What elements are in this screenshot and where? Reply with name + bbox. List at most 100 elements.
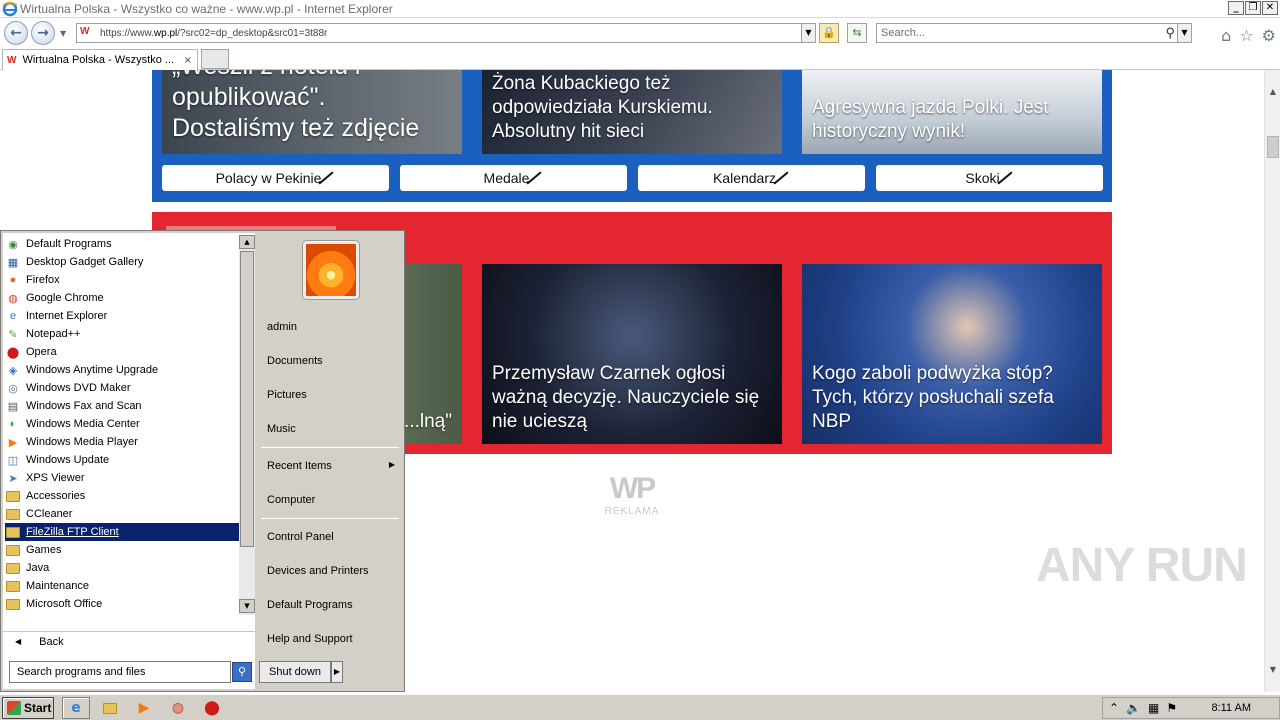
sport-card-2[interactable]: Żona Kubackiego też odpowiedziała Kurski… bbox=[482, 70, 782, 154]
programs-scrollbar[interactable]: ▲ ▼ bbox=[239, 235, 255, 615]
folder-icon bbox=[5, 542, 21, 558]
search-icon[interactable]: ⚲ bbox=[1165, 25, 1175, 41]
places-control-panel[interactable]: Control Panel bbox=[267, 531, 397, 543]
program-internet-explorer[interactable]: e Internet Explorer bbox=[5, 307, 239, 325]
search-box[interactable]: Search... ⚲ ▼ bbox=[876, 23, 1192, 43]
program-windows-media-center[interactable]: ◐ Windows Media Center bbox=[5, 415, 239, 433]
folder-games[interactable]: Games bbox=[5, 541, 239, 559]
places-recent-items[interactable]: Recent Items ▶ bbox=[267, 460, 397, 472]
places-devices-and-printers[interactable]: Devices and Printers bbox=[267, 565, 397, 577]
user-picture[interactable] bbox=[303, 241, 359, 299]
program-google-chrome[interactable]: ◍ Google Chrome bbox=[5, 289, 239, 307]
program-windows-media-player[interactable]: ▶ Windows Media Player bbox=[5, 433, 239, 451]
taskbar-explorer-icon[interactable] bbox=[96, 697, 124, 719]
folder-icon bbox=[5, 488, 21, 504]
folder-icon bbox=[5, 524, 21, 540]
favorites-star-icon[interactable]: ☆ bbox=[1239, 26, 1253, 45]
close-button[interactable]: ✕ bbox=[1262, 1, 1278, 15]
shut-down-options-icon[interactable]: ▶ bbox=[331, 661, 343, 683]
tab-wirtualna-polska[interactable]: W Wirtualna Polska - Wszystko ... × bbox=[2, 49, 198, 70]
start-menu: ◉ Default Programs ▦ Desktop Gadget Galler… bbox=[0, 230, 405, 692]
volume-icon[interactable]: 🔈 bbox=[1126, 701, 1141, 715]
address-bar[interactable]: W https://www.wp.pl/?src02=dp_desktop&sr… bbox=[76, 23, 816, 43]
tray-expand-icon[interactable]: ⌃ bbox=[1109, 701, 1119, 715]
program-windows-update[interactable]: ◫ Windows Update bbox=[5, 451, 239, 469]
places-separator bbox=[261, 447, 399, 448]
pill-kalendarz[interactable]: Kalendarz bbox=[638, 165, 865, 191]
search-dropdown-icon[interactable]: ▼ bbox=[1177, 24, 1191, 42]
folder-ccleaner[interactable]: CCleaner bbox=[5, 505, 239, 523]
pill-polacy-w-pekinie[interactable]: Polacy w Pekinie bbox=[162, 165, 389, 191]
places-computer[interactable]: Computer bbox=[267, 494, 397, 506]
search-programs-input[interactable]: Search programs and files bbox=[9, 661, 231, 683]
pill-skoki[interactable]: Skoki bbox=[876, 165, 1103, 191]
folder-accessories[interactable]: Accessories bbox=[5, 487, 239, 505]
program-windows-dvd-maker[interactable]: ◎ Windows DVD Maker bbox=[5, 379, 239, 397]
tab-close-icon[interactable]: × bbox=[184, 55, 192, 66]
clock[interactable]: 8:11 AM bbox=[1211, 702, 1251, 714]
search-placeholder: Search... bbox=[881, 27, 926, 39]
new-tab-button[interactable] bbox=[201, 49, 229, 69]
places-help-and-support[interactable]: Help and Support bbox=[267, 633, 397, 645]
program-windows-anytime-upgrade[interactable]: ◈ Windows Anytime Upgrade bbox=[5, 361, 239, 379]
tools-gear-icon[interactable]: ⚙ bbox=[1262, 26, 1276, 45]
folder-icon bbox=[5, 578, 21, 594]
taskbar-chrome-icon[interactable]: ◍ bbox=[164, 697, 192, 719]
forward-button[interactable]: → bbox=[31, 21, 55, 45]
program-notepadpp[interactable]: ✎ Notepad++ bbox=[5, 325, 239, 343]
page-scrollbar[interactable]: ▲ ▼ bbox=[1264, 70, 1280, 692]
programs-scroll-up-icon[interactable]: ▲ bbox=[239, 235, 255, 249]
news-card-3[interactable]: Kogo zaboli podwyżka stóp? Tych, którzy … bbox=[802, 264, 1102, 444]
network-icon[interactable]: ▦ bbox=[1148, 701, 1159, 715]
site-favicon: W bbox=[80, 26, 90, 37]
start-menu-programs-pane: ◉ Default Programs ▦ Desktop Gadget Galler… bbox=[3, 233, 255, 689]
folder-maintenance[interactable]: Maintenance bbox=[5, 577, 239, 595]
scroll-thumb[interactable] bbox=[1267, 136, 1279, 158]
maximize-button[interactable]: ❐ bbox=[1245, 1, 1261, 15]
back-button[interactable]: ◀ Back bbox=[3, 631, 255, 651]
address-url[interactable]: https://www.wp.pl/?src02=dp_desktop&src0… bbox=[100, 28, 327, 39]
places-default-programs[interactable]: Default Programs bbox=[267, 599, 397, 611]
minimize-button[interactable]: _ bbox=[1228, 1, 1244, 15]
search-programs-icon[interactable]: ⚲ bbox=[232, 662, 252, 682]
folder-java[interactable]: Java bbox=[5, 559, 239, 577]
scroll-down-icon[interactable]: ▼ bbox=[1265, 662, 1280, 678]
folder-filezilla-ftp-client[interactable]: FileZilla FTP Client bbox=[5, 523, 239, 541]
ad-placeholder: WP REKLAMA bbox=[597, 472, 667, 517]
places-music[interactable]: Music bbox=[267, 423, 397, 435]
refresh-icon[interactable]: ⇆ bbox=[847, 23, 867, 43]
taskbar-opera-icon[interactable]: ⬤ bbox=[198, 697, 226, 719]
places-documents[interactable]: Documents bbox=[267, 355, 397, 367]
scroll-up-icon[interactable]: ▲ bbox=[1265, 84, 1280, 100]
windows-logo-icon bbox=[7, 701, 21, 715]
programs-scroll-thumb[interactable] bbox=[240, 251, 254, 547]
program-desktop-gadget-gallery[interactable]: ▦ Desktop Gadget Gallery bbox=[5, 253, 239, 271]
home-icon[interactable]: ⌂ bbox=[1221, 26, 1231, 45]
program-firefox[interactable]: ● Firefox bbox=[5, 271, 239, 289]
sport-card-3[interactable]: Agresywna jazda Polki. Jest historyczny … bbox=[802, 70, 1102, 154]
chrome-icon: ◍ bbox=[8, 292, 18, 305]
address-dropdown-icon[interactable]: ▼ bbox=[801, 24, 815, 42]
lock-icon[interactable]: 🔒 bbox=[819, 23, 839, 43]
places-pictures[interactable]: Pictures bbox=[267, 389, 397, 401]
places-separator bbox=[261, 518, 399, 519]
start-button[interactable]: Start bbox=[2, 697, 54, 719]
taskbar-media-player-icon[interactable]: ▶ bbox=[130, 697, 158, 719]
shut-down-button[interactable]: Shut down bbox=[259, 661, 331, 683]
program-xps-viewer[interactable]: ➤ XPS Viewer bbox=[5, 469, 239, 487]
search-programs-placeholder: Search programs and files bbox=[17, 666, 146, 678]
back-label: Back bbox=[39, 635, 64, 648]
folder-microsoft-office[interactable]: Microsoft Office bbox=[5, 595, 239, 613]
program-opera[interactable]: ⬤ Opera bbox=[5, 343, 239, 361]
sport-card-1[interactable]: „Weszli z hotelu i opublikować". Dostali… bbox=[162, 70, 462, 154]
places-admin[interactable]: admin bbox=[267, 321, 397, 333]
program-default-programs[interactable]: ◉ Default Programs bbox=[5, 235, 239, 253]
back-button[interactable]: ← bbox=[4, 21, 28, 45]
history-dropdown-icon[interactable]: ▼ bbox=[60, 29, 66, 38]
taskbar-ie-icon[interactable]: e bbox=[62, 697, 90, 719]
programs-scroll-down-icon[interactable]: ▼ bbox=[239, 599, 255, 613]
program-windows-fax-and-scan[interactable]: ▤ Windows Fax and Scan bbox=[5, 397, 239, 415]
pill-medale[interactable]: Medale bbox=[400, 165, 627, 191]
news-card-2[interactable]: Przemysław Czarnek ogłosi ważną decyzję.… bbox=[482, 264, 782, 444]
action-center-flag-icon[interactable]: ⚑ bbox=[1166, 701, 1177, 715]
